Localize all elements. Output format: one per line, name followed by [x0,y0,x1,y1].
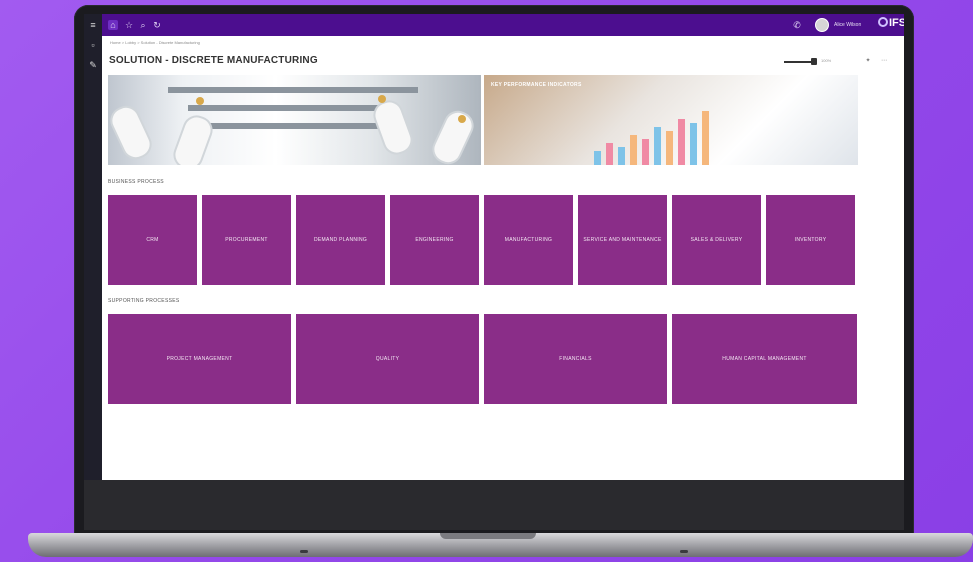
top-bar: ⌂ ☆ ⌕ ↻ ✆ Alice Wilson IFS [102,14,904,36]
laptop-foot [300,550,308,553]
supporting-processes-label: SUPPORTING PROCESSES [108,298,180,304]
page-title: SOLUTION - DISCRETE MANUFACTURING [109,55,318,66]
left-navigation-rail: ≡ ▫ ✎ [84,14,102,480]
robot-arm-image [369,96,417,159]
tile-procurement[interactable]: PROCUREMENT [202,195,291,285]
menu-icon[interactable]: ≡ [88,20,98,30]
chart-bar-image [642,139,649,165]
banner-decoration [208,123,378,129]
avatar[interactable] [815,18,829,32]
tile-human-capital-management[interactable]: HUMAN CAPITAL MANAGEMENT [672,314,857,404]
chart-bar-image [630,135,637,165]
chart-bar-image [666,131,673,165]
laptop-notch [440,533,536,539]
chart-bar-image [678,119,685,165]
more-icon[interactable]: ⋯ [880,57,888,64]
kpi-banner[interactable]: KEY PERFORMANCE INDICATORS [484,75,858,165]
robot-arm-image [108,101,157,164]
factory-robots-banner [108,75,481,165]
chart-bar-image [594,151,601,165]
tile-quality[interactable]: QUALITY [296,314,479,404]
app-screen: ≡ ▫ ✎ ⌂ ☆ ⌕ ↻ ✆ Alice Wilson IFS Home > … [84,14,904,480]
tile-project-management[interactable]: PROJECT MANAGEMENT [108,314,291,404]
chart-bar-image [618,147,625,165]
tile-manufacturing[interactable]: MANUFACTURING [484,195,573,285]
chart-bar-image [690,123,697,165]
breadcrumb[interactable]: Home > Lobby > Solution - Discrete Manuf… [110,40,670,46]
tile-service-and-maintenance[interactable]: SERVICE AND MAINTENANCE [578,195,667,285]
home-icon[interactable]: ⌂ [108,20,118,30]
tile-crm[interactable]: CRM [108,195,197,285]
robot-arm-image [169,111,217,165]
kpi-banner-label: KEY PERFORMANCE INDICATORS [491,82,582,88]
user-name[interactable]: Alice Wilson [834,22,861,28]
banner-decoration [378,95,386,103]
search-icon[interactable]: ⌕ [138,20,148,30]
robot-arm-image [427,106,479,165]
banner-decoration [458,115,466,123]
chart-bar-image [654,127,661,165]
tile-sales-delivery[interactable]: SALES & DELIVERY [672,195,761,285]
tile-engineering[interactable]: ENGINEERING [390,195,479,285]
refresh-icon[interactable]: ↻ [152,20,162,30]
settings-icon[interactable]: ✦ [864,57,872,64]
banner-decoration [168,87,418,93]
laptop-foot [680,550,688,553]
zoom-level: 100% [821,58,832,63]
business-process-label: BUSINESS PROCESS [108,179,164,185]
logo-ring-icon [878,17,888,27]
edit-icon[interactable]: ✎ [88,60,98,70]
banner-decoration [196,97,204,105]
chart-bar-image [702,111,709,165]
tile-inventory[interactable]: INVENTORY [766,195,855,285]
phone-icon[interactable]: ✆ [792,20,802,30]
ifs-logo: IFS [878,17,904,29]
tile-financials[interactable]: FINANCIALS [484,314,667,404]
chart-bar-image [606,143,613,165]
logo-text: IFS [889,17,904,29]
tile-demand-planning[interactable]: DEMAND PLANNING [296,195,385,285]
zoom-slider-handle[interactable] [811,58,817,65]
star-icon[interactable]: ☆ [124,20,134,30]
banner-decoration [188,105,398,111]
laptop-bezel [84,480,904,530]
bookmark-icon[interactable]: ▫ [88,40,98,50]
